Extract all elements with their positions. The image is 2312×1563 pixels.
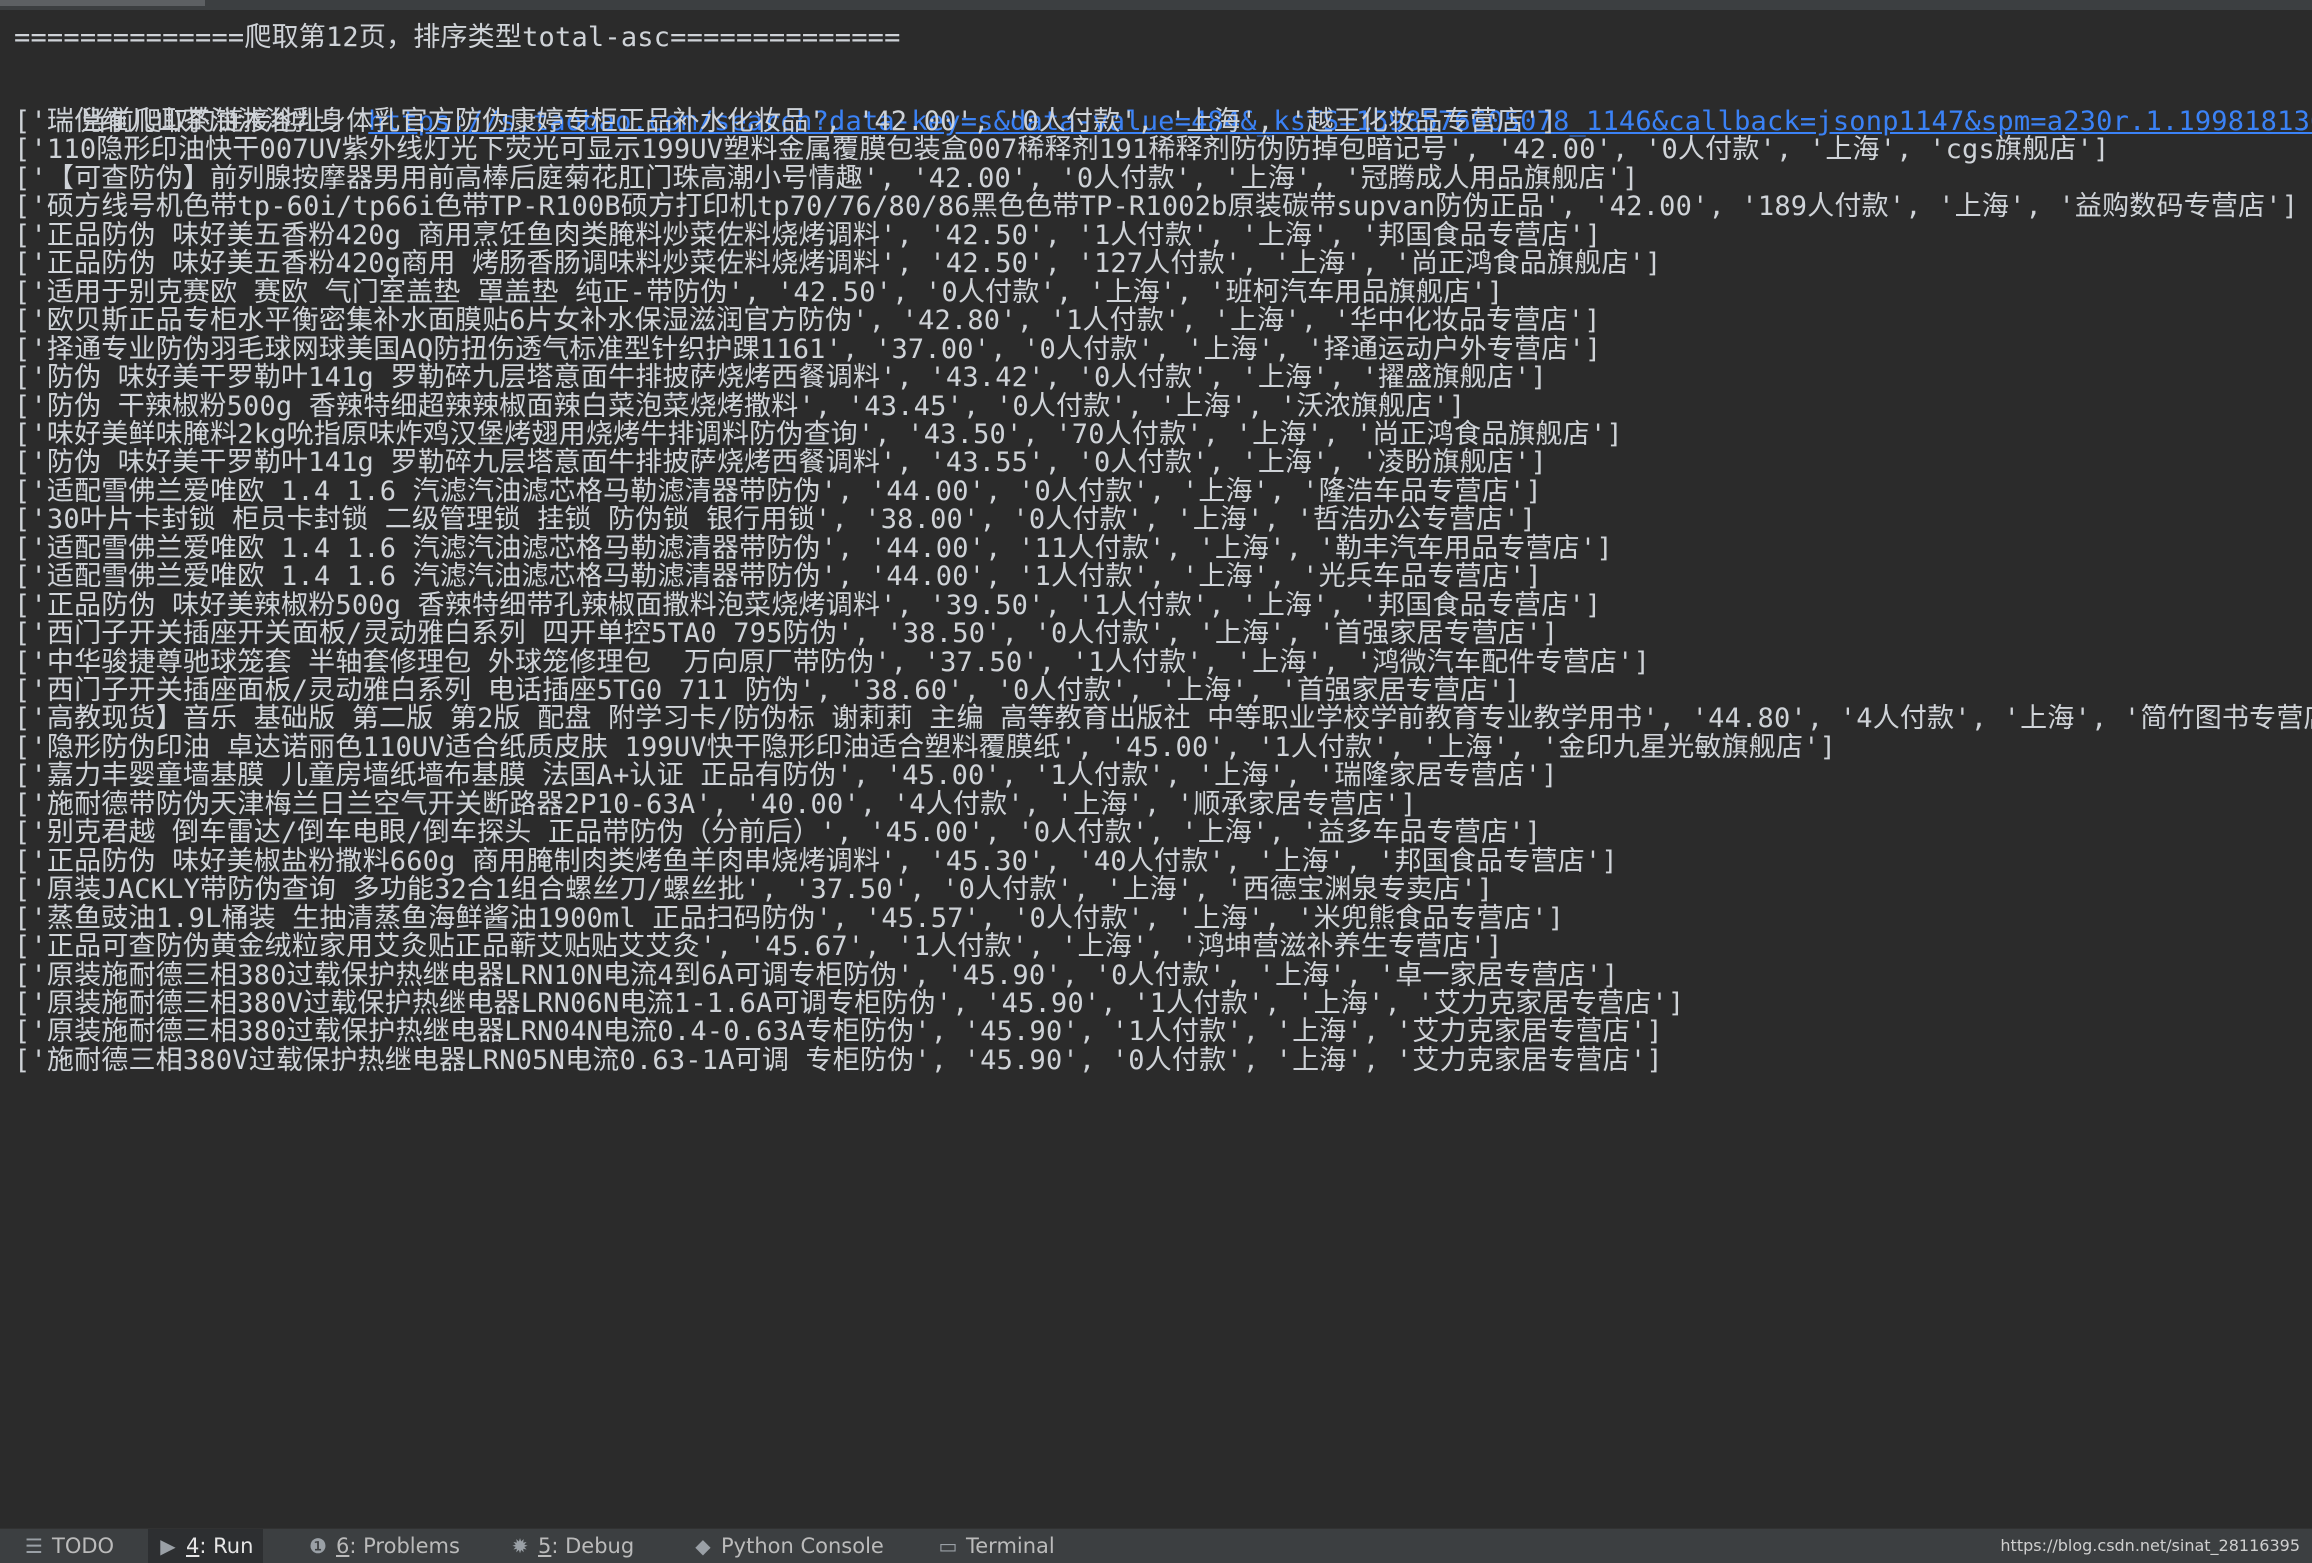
tab-label: 4: Run <box>186 1529 253 1563</box>
tab-problems[interactable]: ❶ 6: Problems <box>298 1529 470 1563</box>
tab-text: TODO <box>52 1534 115 1558</box>
list-icon: ☰ <box>25 1534 43 1558</box>
python-icon: ◆ <box>695 1534 711 1558</box>
tab-python-console[interactable]: ◆ Python Console <box>683 1529 894 1563</box>
scroll-thumb[interactable] <box>0 0 205 6</box>
tab-label: Python Console <box>721 1529 884 1563</box>
run-console-output: ==============爬取第12页，排序类型total-asc======… <box>0 10 2312 1528</box>
result-row: ['施耐德三相380V过载保护热继电器LRN05N电流0.63-1A可调 专柜防… <box>14 1044 1663 1076</box>
tab-label: TODO <box>52 1529 114 1563</box>
tab-todo[interactable]: ☰ TODO <box>14 1529 124 1563</box>
tab-text: : Debug <box>551 1534 635 1558</box>
play-icon: ▶ <box>160 1534 176 1558</box>
tab-run[interactable]: ▶ 4: Run <box>148 1529 264 1563</box>
warning-icon: ❶ <box>309 1534 327 1558</box>
console-link-line: 当前爬取的链接地址： https://s.taobao.com/search?d… <box>14 59 2312 137</box>
console-header-line: ==============爬取第12页，排序类型total-asc======… <box>14 22 901 53</box>
tab-debug[interactable]: ✹ 5: Debug <box>500 1529 644 1563</box>
bug-icon: ✹ <box>511 1534 529 1558</box>
tab-label: 6: Problems <box>336 1529 460 1563</box>
tab-label: 5: Debug <box>538 1529 634 1563</box>
terminal-icon: ▭ <box>938 1534 958 1558</box>
tab-text: : Problems <box>349 1534 460 1558</box>
tab-terminal[interactable]: ▭ Terminal <box>928 1529 1065 1563</box>
top-scrollbar[interactable] <box>0 0 2312 10</box>
tab-text: Python Console <box>721 1534 884 1558</box>
tab-mnemonic: 4 <box>186 1534 200 1558</box>
tab-mnemonic: 5 <box>538 1534 552 1558</box>
tab-label: Terminal <box>966 1529 1055 1563</box>
tab-mnemonic: 6 <box>336 1534 350 1558</box>
tool-window-bar: ☰ TODO ▶ 4: Run ❶ 6: Problems ✹ 5: Debug ◆ Python… <box>0 1528 2312 1563</box>
tab-text: : Run <box>199 1534 254 1558</box>
tab-text: Terminal <box>966 1534 1055 1558</box>
watermark-text: https://blog.csdn.net/sinat_28116395 <box>2000 1536 2300 1555</box>
